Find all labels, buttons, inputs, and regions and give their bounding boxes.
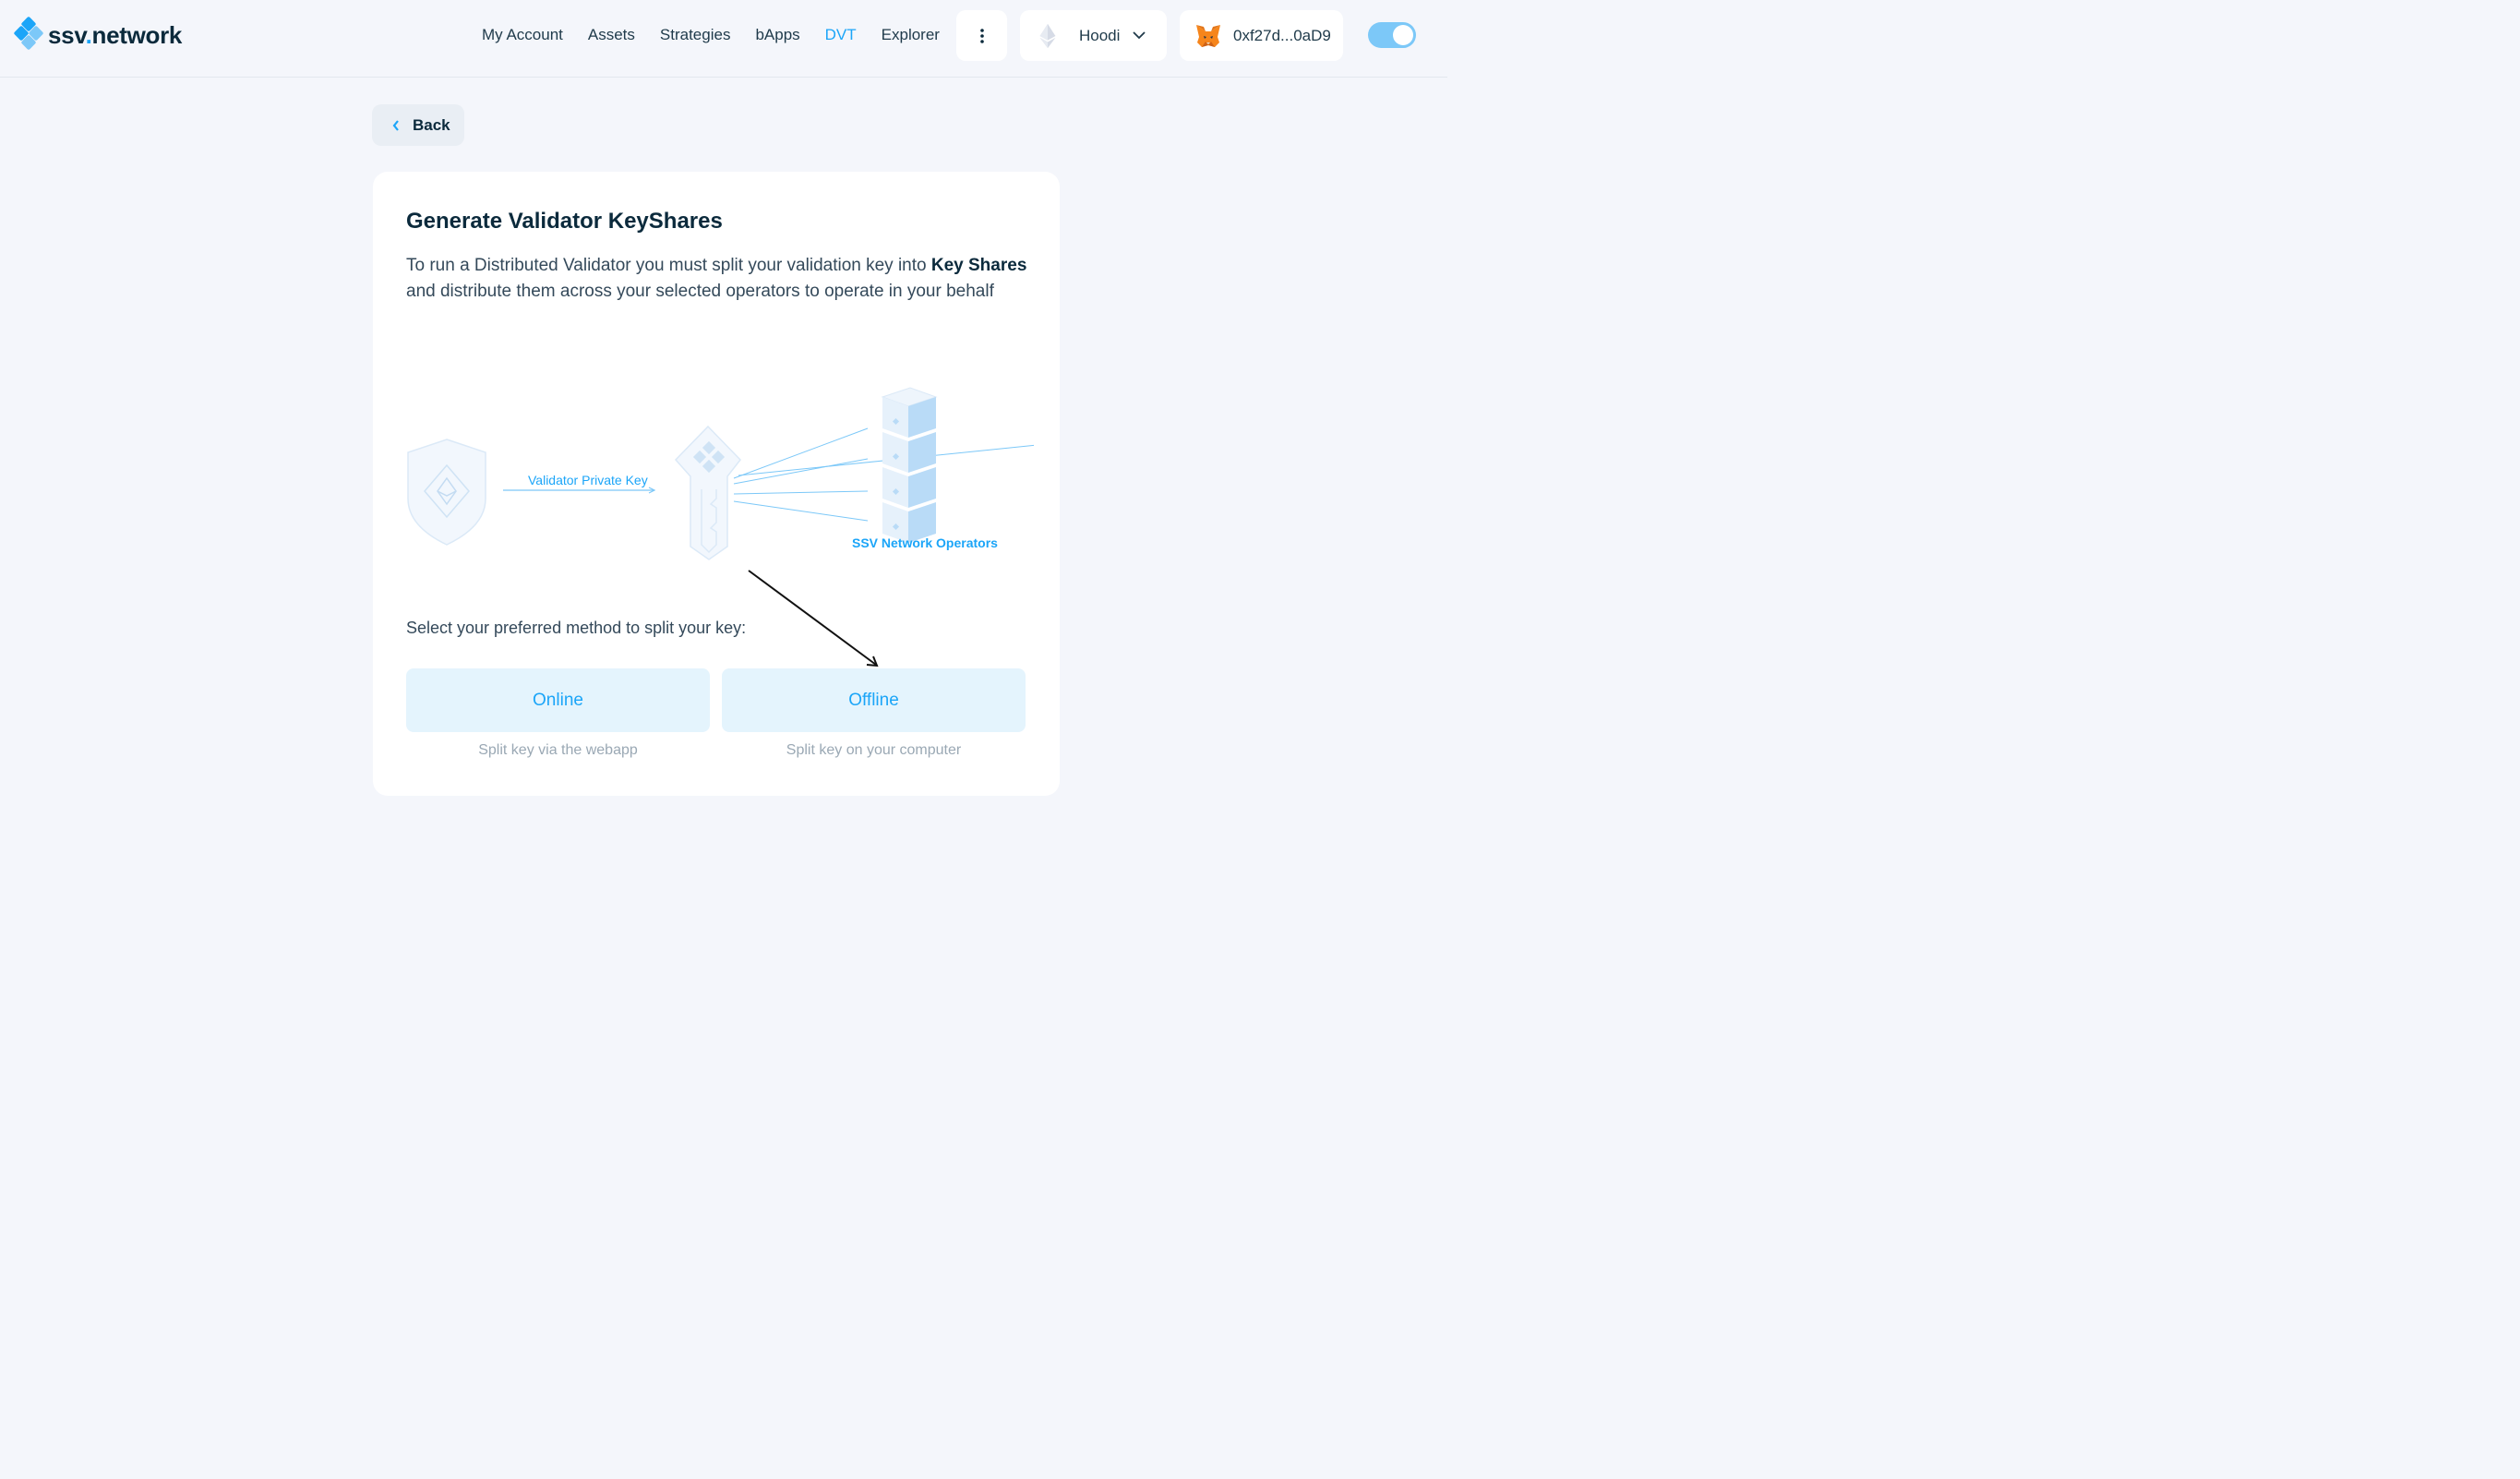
validator-shield-icon xyxy=(407,439,486,546)
ssv-network-operators-label: SSV Network Operators xyxy=(852,535,998,550)
chevron-left-icon xyxy=(392,119,399,131)
chevron-down-icon xyxy=(1133,31,1146,40)
top-navigation-bar: ssv.network My Account Assets Strategies… xyxy=(0,0,1447,78)
online-method-button[interactable]: Online xyxy=(406,668,710,732)
page-title: Generate Validator KeyShares xyxy=(406,209,723,234)
nav-strategies[interactable]: Strategies xyxy=(660,24,731,46)
wallet-address: 0xf27d...0aD9 xyxy=(1233,26,1331,44)
logo-text: ssv.network xyxy=(48,20,183,49)
operator-cubes-icon xyxy=(881,387,938,543)
main-nav: My Account Assets Strategies bApps DVT E… xyxy=(482,24,965,46)
generate-keyshares-card: Generate Validator KeyShares To run a Di… xyxy=(373,172,1238,796)
select-method-label: Select your preferred method to split yo… xyxy=(406,619,747,637)
online-method-description: Split key via the webapp xyxy=(478,742,638,758)
ssv-logo-icon xyxy=(13,16,44,54)
network-selector[interactable]: Hoodi xyxy=(1020,10,1167,61)
offline-method-description: Split key on your computer xyxy=(786,742,962,758)
metamask-fox-icon xyxy=(1196,24,1220,47)
key-icon xyxy=(674,425,741,560)
theme-toggle[interactable] xyxy=(1368,22,1416,48)
nav-assets[interactable]: Assets xyxy=(588,24,635,46)
ssv-network-logo[interactable]: ssv.network xyxy=(13,16,183,54)
vertical-dots-icon xyxy=(979,28,984,43)
toggle-knob xyxy=(1393,25,1413,45)
back-label: Back xyxy=(413,115,450,134)
nav-my-account[interactable]: My Account xyxy=(482,24,563,46)
annotation-arrow-icon xyxy=(748,570,879,667)
nav-explorer[interactable]: Explorer xyxy=(882,24,940,46)
validator-private-key-label: Validator Private Key xyxy=(528,473,648,487)
more-menu-button[interactable] xyxy=(956,10,1007,61)
offline-method-button[interactable]: Offline xyxy=(722,668,1026,732)
keyshares-illustration: Validator Private Key SSV Network Operat… xyxy=(406,369,1238,572)
wallet-button[interactable]: 0xf27d...0aD9 xyxy=(1180,10,1343,61)
network-label: Hoodi xyxy=(1079,26,1121,44)
ethereum-icon xyxy=(1039,23,1056,48)
card-description: To run a Distributed Validator you must … xyxy=(406,256,1027,301)
nav-dvt[interactable]: DVT xyxy=(825,24,857,46)
nav-bapps[interactable]: bApps xyxy=(755,24,799,46)
back-button[interactable]: Back xyxy=(372,104,464,146)
